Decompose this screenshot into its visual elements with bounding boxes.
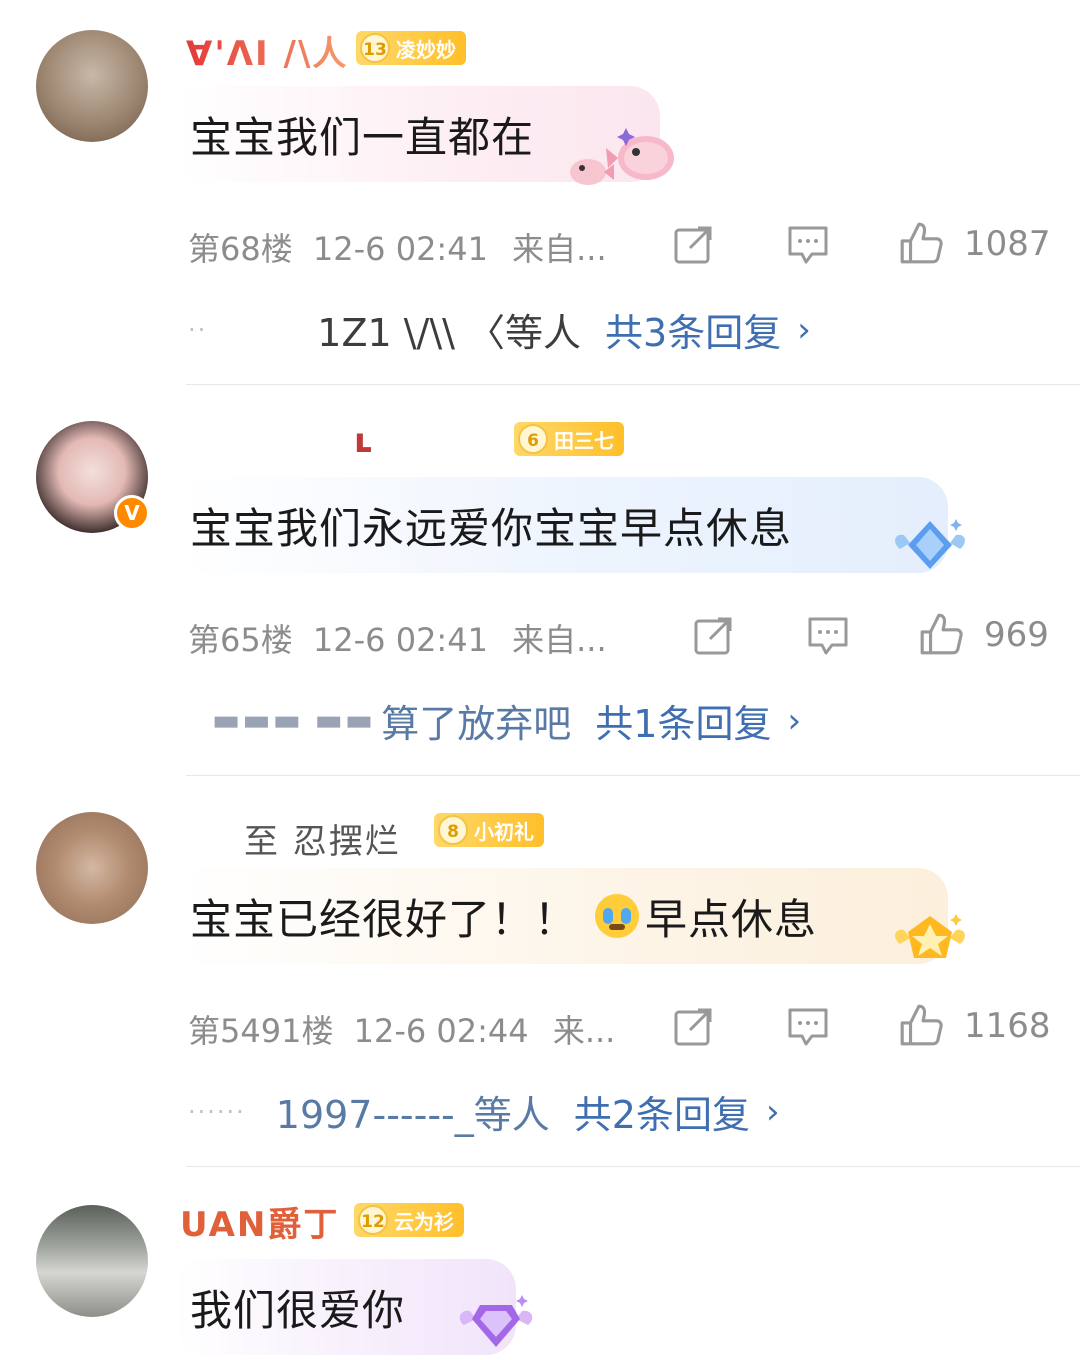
timestamp: 12-6 02:41 bbox=[312, 621, 488, 659]
source[interactable]: 来自... bbox=[512, 621, 607, 659]
floor-number: 第5491楼 bbox=[188, 1012, 334, 1050]
fan-badge[interactable]: 13 凌妙妙 bbox=[356, 31, 466, 65]
like-icon[interactable] bbox=[898, 220, 944, 266]
fan-club-name: 凌妙妙 bbox=[396, 37, 456, 62]
comment-icon[interactable] bbox=[786, 222, 830, 266]
chevron-right-icon: › bbox=[797, 309, 811, 350]
source[interactable]: 来... bbox=[553, 1012, 616, 1050]
chevron-right-icon: › bbox=[765, 1091, 780, 1132]
fan-badge[interactable]: 8 小初礼 bbox=[434, 813, 544, 847]
fan-club-name: 云为衫 bbox=[394, 1209, 454, 1234]
username[interactable]: Ɐ'ΛI /\人 bbox=[186, 26, 348, 75]
like-count: 1087 bbox=[964, 224, 1051, 264]
username[interactable]: ʟ bbox=[354, 421, 374, 461]
comment-text: 我们很爱你 bbox=[190, 1285, 406, 1335]
fan-club-name: 田三七 bbox=[554, 428, 614, 453]
avatar[interactable] bbox=[36, 30, 148, 142]
reply-total-link[interactable]: 共3条回复 bbox=[605, 302, 781, 357]
avatar[interactable] bbox=[36, 1205, 148, 1317]
username[interactable]: UAN爵丁 bbox=[180, 1197, 339, 1246]
fan-badge[interactable]: 12 云为衫 bbox=[354, 1203, 464, 1237]
comment-icon[interactable] bbox=[806, 613, 850, 657]
comment-meta: 第5491楼 12-6 02:44 来... bbox=[188, 1006, 615, 1052]
floor-number: 第65楼 bbox=[188, 621, 293, 659]
reply-usernames: 1Z1 \/\\ 〈等人 bbox=[317, 311, 582, 355]
comment-card: 至 忍摆烂 8 小初礼 宝宝已经很好了！！ 早点休息 第5491楼 12-6 0… bbox=[0, 776, 1080, 1166]
obscured-username: ▬▬▬ ▬▬ bbox=[212, 703, 376, 738]
reply-total-link[interactable]: 共1条回复 bbox=[595, 693, 771, 748]
like-icon[interactable] bbox=[918, 611, 964, 657]
comment-text: 宝宝已经很好了！！ bbox=[190, 894, 578, 944]
comment-bubble[interactable]: 宝宝我们永远爱你宝宝早点休息 bbox=[176, 477, 948, 573]
timestamp: 12-6 02:44 bbox=[353, 1012, 529, 1050]
share-icon[interactable] bbox=[672, 222, 716, 266]
chevron-right-icon: › bbox=[787, 700, 802, 741]
fan-club-name: 小初礼 bbox=[474, 819, 534, 844]
more-dots-icon: ······ bbox=[188, 1097, 246, 1126]
fan-badge[interactable]: 6 田三七 bbox=[514, 422, 624, 456]
crying-emoji-icon bbox=[595, 894, 640, 938]
reply-usernames: 1997------_等人 bbox=[275, 1093, 550, 1137]
comment-icon[interactable] bbox=[786, 1004, 830, 1048]
share-icon[interactable] bbox=[692, 613, 736, 657]
reply-total-link[interactable]: 共2条回复 bbox=[574, 1084, 750, 1139]
username[interactable]: 至 忍摆烂 bbox=[244, 814, 401, 863]
like-count: 969 bbox=[984, 615, 1049, 655]
blue-diamond-badge-icon bbox=[895, 519, 965, 569]
share-icon[interactable] bbox=[672, 1004, 716, 1048]
avatar[interactable] bbox=[36, 812, 148, 924]
more-dots-icon: ·· bbox=[188, 315, 208, 344]
comment-text: 宝宝我们永远爱你宝宝早点休息 bbox=[190, 503, 793, 553]
like-icon[interactable] bbox=[898, 1002, 944, 1048]
source[interactable]: 来自... bbox=[512, 230, 607, 268]
comment-card: Ɐ'ΛI /\人 13 凌妙妙 宝宝我们一直都在 第68楼 12-6 02:41… bbox=[0, 0, 1080, 384]
purple-gem-badge-icon bbox=[459, 1295, 533, 1347]
reply-preview[interactable]: ······ 1997------_等人 共2条回复 › bbox=[188, 1084, 780, 1139]
fan-level: 8 bbox=[438, 815, 468, 845]
gold-star-badge-icon bbox=[895, 914, 965, 958]
timestamp: 12-6 02:41 bbox=[312, 230, 488, 268]
comment-meta: 第68楼 12-6 02:41 来自... bbox=[188, 224, 607, 270]
comment-text-tail: 早点休息 bbox=[645, 894, 818, 944]
reply-preview[interactable]: ▬▬▬ ▬▬ 算了放弃吧 共1条回复 › bbox=[212, 693, 801, 748]
comment-text: 宝宝我们一直都在 bbox=[190, 112, 535, 162]
comment-card: V ʟ 6 田三七 宝宝我们永远爱你宝宝早点休息 第65楼 12-6 02:41… bbox=[0, 385, 1080, 775]
verified-badge-icon: V bbox=[114, 495, 150, 531]
comment-meta: 第65楼 12-6 02:41 来自... bbox=[188, 615, 607, 661]
fan-level: 13 bbox=[360, 33, 390, 63]
comment-bubble[interactable]: 宝宝已经很好了！！ 早点休息 bbox=[176, 868, 948, 964]
fan-level: 6 bbox=[518, 424, 548, 454]
fan-level: 12 bbox=[358, 1205, 388, 1235]
reply-preview[interactable]: ·· 1Z1 \/\\ 〈等人 共3条回复 › bbox=[188, 302, 811, 357]
like-count: 1168 bbox=[964, 1006, 1051, 1046]
fish-sticker-icon bbox=[570, 128, 674, 185]
comment-card: UAN爵丁 12 云为衫 我们很爱你 bbox=[0, 1167, 1080, 1360]
reply-usernames: 算了放弃吧 bbox=[381, 702, 572, 746]
floor-number: 第68楼 bbox=[188, 230, 293, 268]
